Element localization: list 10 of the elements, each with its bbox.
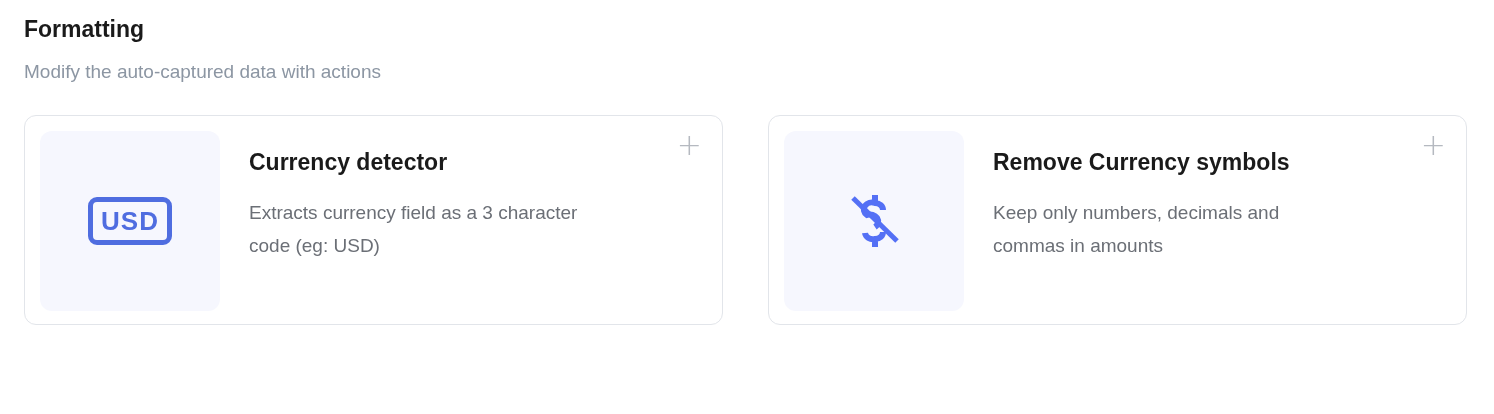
currency-badge: USD <box>88 196 172 246</box>
action-card[interactable]: USD Currency detector Extracts currency field as a 3 character code (eg: USD) + <box>24 115 723 325</box>
card-title: Currency detector <box>249 149 449 176</box>
crossed-dollar-icon <box>849 193 899 249</box>
action-card[interactable]: Remove Currency symbols Keep only numbers, decimals and commas in amounts + <box>768 115 1467 325</box>
section-title: Formatting <box>24 16 146 43</box>
card-title: Remove Currency symbols <box>993 149 1291 176</box>
section-subtitle: Modify the auto-captured data with actions <box>24 61 382 83</box>
card-description: Keep only numbers, decimals and commas in amounts <box>993 201 1281 258</box>
card-description: Extracts currency field as a 3 character code (eg: USD) <box>249 201 579 258</box>
